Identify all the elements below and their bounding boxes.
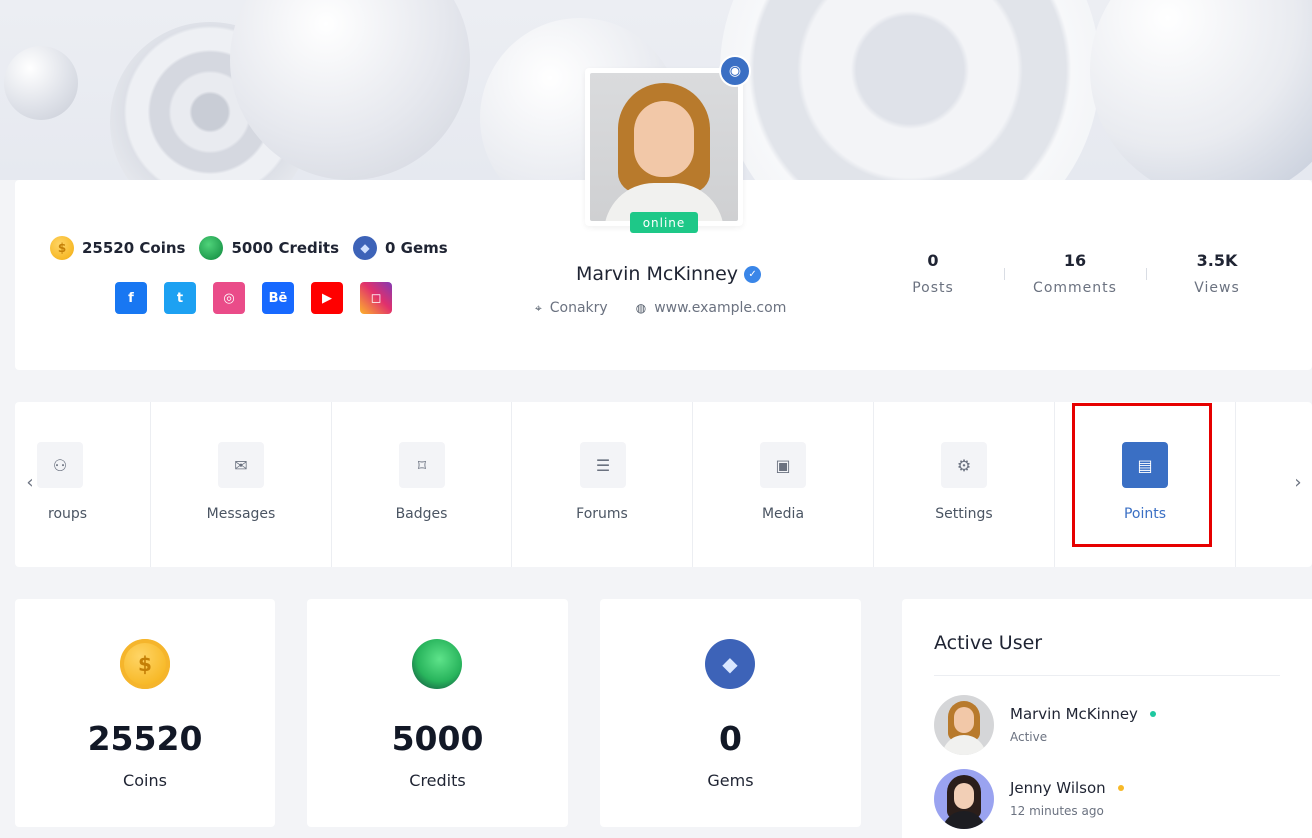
- active-users-card: Active User Marvin McKinney Active Jenny…: [902, 599, 1312, 838]
- credits-icon: [412, 639, 462, 689]
- status-dot-icon: [1149, 711, 1156, 717]
- gems-card: ◆ 0 Gems: [600, 599, 861, 827]
- avatar-face: [954, 783, 974, 809]
- cover-sphere: [1090, 0, 1312, 180]
- credits-value: 5000: [391, 719, 484, 758]
- list-item[interactable]: Jenny Wilson 12 minutes ago: [934, 769, 1274, 829]
- credits-label: 5000 Credits: [231, 239, 340, 257]
- gems-value: 0: [719, 719, 742, 758]
- tab-label: Messages: [206, 506, 276, 522]
- gem-icon: ◆: [353, 236, 378, 260]
- tab-label: Forums: [576, 506, 628, 522]
- divider: [934, 675, 1280, 676]
- image-icon: ▣: [760, 442, 806, 488]
- coin-icon: $: [50, 236, 74, 260]
- facebook-icon[interactable]: f: [115, 282, 147, 314]
- location-text: Conakry: [549, 300, 608, 316]
- currency-summary: $ 25520 Coins 5000 Credits ◆ 0 Gems: [50, 236, 448, 260]
- profile-name-text: Marvin McKinney: [576, 263, 739, 285]
- stat-views: 3.5K Views: [1146, 250, 1288, 296]
- stat-label: Posts: [912, 280, 954, 296]
- document-icon: ▤: [1122, 442, 1168, 488]
- tab-badges[interactable]: ⌑ Badges: [332, 402, 512, 567]
- tab-points[interactable]: ▤ Points: [1055, 402, 1236, 567]
- cover-sphere: [4, 46, 78, 120]
- stat-label: Comments: [1033, 280, 1117, 296]
- instagram-icon[interactable]: ◻: [360, 282, 392, 314]
- credits-icon: [199, 236, 224, 260]
- user-name: Jenny Wilson: [1010, 779, 1124, 797]
- camera-icon[interactable]: ◉: [719, 55, 751, 87]
- globe-icon: ◍: [635, 301, 647, 315]
- tab-groups[interactable]: ⚇ roups: [15, 402, 151, 567]
- profile-avatar: [585, 68, 743, 226]
- mail-icon: ✉: [218, 442, 264, 488]
- groups-icon: ⚇: [37, 442, 83, 488]
- social-links: f t ◎ Bē ▶ ◻: [115, 282, 392, 314]
- coins-label: Coins: [123, 771, 167, 790]
- verified-icon: ✓: [744, 265, 762, 283]
- avatar-image: [590, 73, 738, 221]
- active-users-title: Active User: [934, 632, 1043, 654]
- stat-comments: 16 Comments: [1004, 250, 1146, 296]
- user-status: Active: [1010, 730, 1048, 744]
- tab-forums[interactable]: ☰ Forums: [512, 402, 693, 567]
- tab-label: Badges: [395, 506, 448, 522]
- gems-label: 0 Gems: [385, 239, 448, 257]
- gems-label: Gems: [707, 771, 754, 790]
- profile-tabs: ‹ ⚇ roups ✉ Messages ⌑ Badges ☰ Forums ▣…: [15, 402, 1312, 567]
- user-name: Marvin McKinney: [1010, 705, 1156, 723]
- youtube-icon[interactable]: ▶: [311, 282, 343, 314]
- tab-settings[interactable]: ⚙ Settings: [874, 402, 1055, 567]
- profile-meta: ⌖ Conakry ◍ www.example.com: [535, 300, 786, 316]
- stat-value: 16: [1063, 251, 1087, 270]
- profile-name: Marvin McKinney ✓: [576, 263, 762, 285]
- user-name-text: Jenny Wilson: [1010, 779, 1106, 797]
- online-badge: online: [630, 212, 698, 233]
- gems-summary: ◆ 0 Gems: [353, 236, 448, 260]
- credits-card: 5000 Credits: [307, 599, 568, 827]
- website-link[interactable]: www.example.com: [654, 300, 786, 316]
- list-item[interactable]: Marvin McKinney Active: [934, 695, 1274, 755]
- gem-icon: ◆: [705, 639, 755, 689]
- behance-icon[interactable]: Bē: [262, 282, 294, 314]
- tab-messages[interactable]: ✉ Messages: [151, 402, 332, 567]
- coin-icon: $: [120, 639, 170, 689]
- coins-value: 25520: [87, 719, 203, 758]
- cover-sphere: [720, 0, 1100, 180]
- gear-icon: ⚙: [941, 442, 987, 488]
- avatar: [934, 695, 994, 755]
- coins-card: $ 25520 Coins: [15, 599, 275, 827]
- twitter-icon[interactable]: t: [164, 282, 196, 314]
- avatar: [934, 769, 994, 829]
- chevron-right-icon[interactable]: ›: [1288, 472, 1308, 493]
- website[interactable]: ◍ www.example.com: [636, 300, 787, 316]
- stat-value: 0: [927, 251, 939, 270]
- stat-value: 3.5K: [1196, 251, 1238, 270]
- coins-label: 25520 Coins: [82, 239, 186, 257]
- dribbble-icon[interactable]: ◎: [213, 282, 245, 314]
- coins-summary: $ 25520 Coins: [50, 236, 185, 260]
- user-name-text: Marvin McKinney: [1010, 705, 1138, 723]
- tab-media[interactable]: ▣ Media: [693, 402, 874, 567]
- stat-posts: 0 Posts: [862, 250, 1004, 296]
- avatar-face: [954, 707, 974, 733]
- tab-label: Points: [1123, 506, 1167, 522]
- credits-summary: 5000 Credits: [199, 236, 339, 260]
- user-status: 12 minutes ago: [1010, 804, 1104, 818]
- tab-label: roups: [48, 506, 88, 522]
- tab-label: Media: [761, 506, 805, 522]
- location-pin-icon: ⌖: [535, 300, 542, 315]
- stat-label: Views: [1194, 280, 1240, 296]
- bookmark-icon: ⌑: [399, 442, 445, 488]
- avatar-shirt: [942, 735, 986, 755]
- location: ⌖ Conakry: [535, 300, 608, 316]
- status-dot-icon: [1117, 785, 1124, 791]
- avatar-face: [634, 101, 694, 177]
- credits-label: Credits: [409, 771, 466, 790]
- profile-stats: 0 Posts 16 Comments 3.5K Views: [862, 250, 1288, 296]
- tab-label: Settings: [935, 506, 993, 522]
- forum-icon: ☰: [580, 442, 626, 488]
